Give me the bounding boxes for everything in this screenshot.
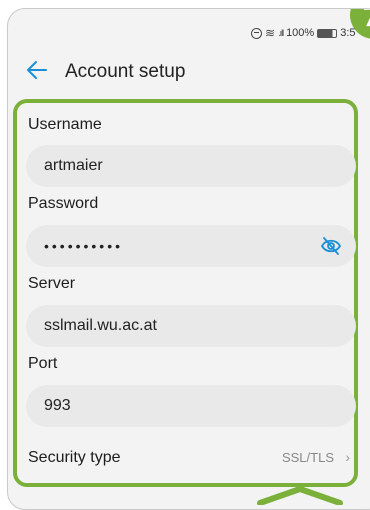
security-type-value: SSL/TLS [281, 450, 334, 465]
username-label: Username [28, 116, 102, 133]
password-field[interactable]: •••••••••• [26, 225, 356, 267]
chevron-right-icon: › [345, 449, 350, 465]
do-not-disturb-icon [251, 27, 262, 39]
password-label: Password [28, 195, 99, 212]
server-value: sslmail.wu.ac.at [44, 317, 157, 334]
battery-icon [317, 28, 338, 38]
port-value: 993 [44, 397, 71, 414]
phone-frame: ≋ .ıll 100% 3:5 7 Account setup Username… [7, 8, 370, 510]
signal-icon: .ıll [278, 28, 284, 38]
back-arrow-icon[interactable] [26, 59, 48, 81]
wifi-icon: ≋ [265, 26, 276, 40]
password-value: •••••••••• [44, 238, 124, 254]
port-field[interactable]: 993 [26, 385, 356, 427]
username-field[interactable]: artmaier [26, 145, 356, 187]
hide-password-eye-icon[interactable] [320, 236, 342, 256]
username-value: artmaier [44, 157, 103, 174]
page-title: Account setup [65, 61, 186, 82]
server-field[interactable]: sslmail.wu.ac.at [26, 305, 356, 347]
battery-percent: 100% [286, 27, 315, 39]
status-icons: ≋ .ıll 100% 3:5 [251, 26, 356, 40]
server-label: Server [28, 275, 76, 292]
status-time: 3:5 [340, 27, 356, 39]
port-label: Port [28, 355, 58, 372]
status-bar: ≋ .ıll 100% 3:5 [8, 9, 370, 49]
security-type-row[interactable]: Security type SSL/TLS › [28, 443, 354, 471]
pointer-arrow-icon [257, 486, 343, 505]
security-type-label: Security type [28, 449, 121, 466]
header: Account setup [8, 53, 370, 93]
form-highlight-frame: Username artmaier Password •••••••••• Se… [13, 99, 358, 487]
